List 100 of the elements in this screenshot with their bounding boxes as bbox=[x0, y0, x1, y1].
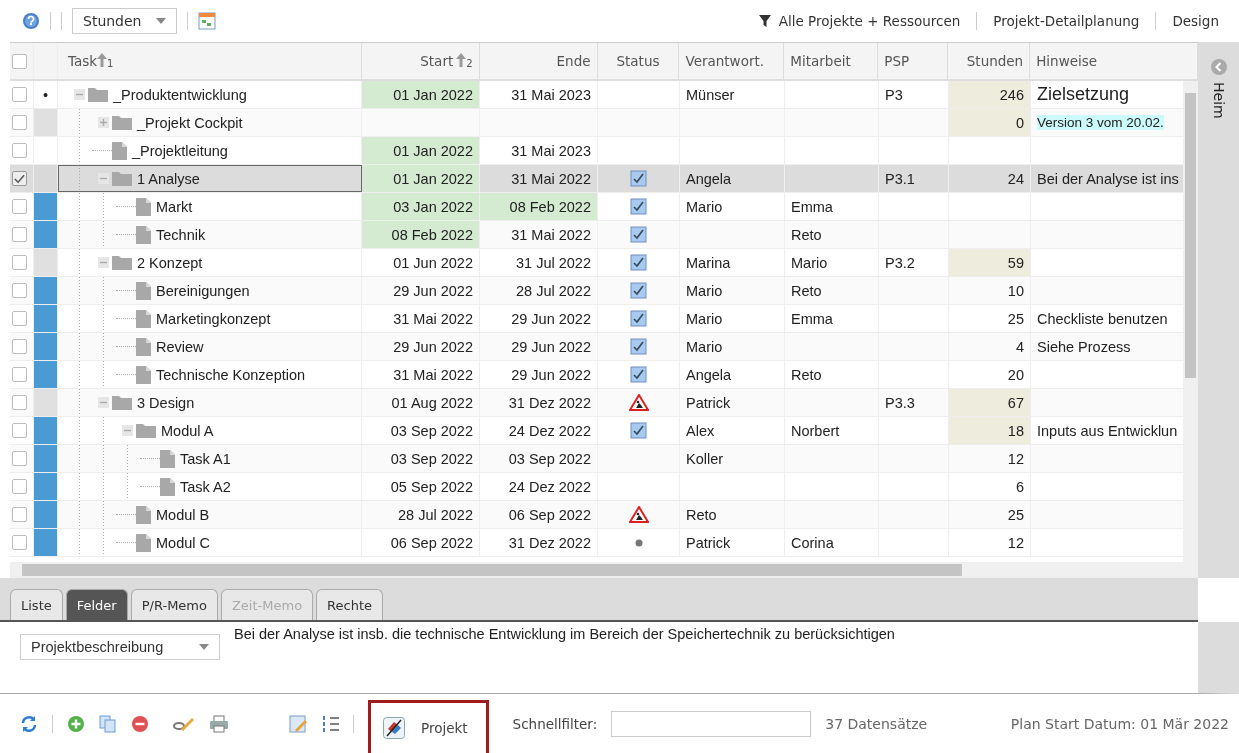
view-link[interactable]: Design bbox=[1166, 13, 1225, 29]
start-date: 31 Mai 2022 bbox=[393, 310, 473, 327]
collapse-panel-icon[interactable] bbox=[1209, 58, 1228, 77]
task-name[interactable]: Bereinigungen bbox=[156, 282, 250, 299]
hours-value: 25 bbox=[1007, 310, 1024, 327]
end-date: 29 Jun 2022 bbox=[511, 366, 591, 383]
responsible-name: Mario bbox=[686, 310, 723, 327]
field-dropdown[interactable]: Projektbeschreibung bbox=[20, 634, 220, 661]
edit-note-icon[interactable] bbox=[289, 714, 309, 733]
column-header[interactable]: Start $_{2}$ bbox=[361, 43, 480, 80]
collapse-icon[interactable] bbox=[98, 397, 109, 409]
task-name[interactable]: 1 Analyse bbox=[137, 170, 200, 187]
row-checkbox[interactable] bbox=[12, 451, 27, 467]
row-checkbox[interactable] bbox=[12, 227, 27, 243]
select-all-checkbox[interactable] bbox=[12, 53, 27, 69]
horizontal-scrollbar[interactable] bbox=[10, 562, 1198, 579]
tab[interactable]: Rechte bbox=[316, 589, 384, 621]
help-icon[interactable] bbox=[22, 12, 40, 30]
row-checkbox[interactable] bbox=[12, 115, 27, 131]
hours-value: 67 bbox=[1007, 394, 1024, 411]
task-name[interactable]: _Produktentwicklung bbox=[113, 86, 247, 103]
end-date: 31 Mai 2023 bbox=[511, 142, 591, 159]
task-name[interactable]: Modul B bbox=[156, 506, 210, 523]
column-header[interactable]: Status bbox=[597, 43, 680, 80]
row-checkbox[interactable] bbox=[12, 199, 27, 215]
column-header[interactable]: Task $_{1}$ bbox=[57, 43, 362, 80]
expand-icon[interactable] bbox=[98, 117, 109, 129]
row-checkbox[interactable] bbox=[12, 87, 27, 103]
row-checkbox[interactable] bbox=[12, 395, 27, 411]
row-checkbox[interactable] bbox=[12, 311, 27, 327]
column-header[interactable]: Ende bbox=[479, 43, 598, 80]
responsible-name: Koller bbox=[686, 450, 724, 467]
unit-dropdown[interactable]: Stunden bbox=[72, 8, 177, 34]
folder-icon bbox=[112, 395, 132, 411]
start-date: 03 Sep 2022 bbox=[390, 422, 473, 439]
task-name[interactable]: 3 Design bbox=[137, 394, 195, 411]
row-checkbox[interactable] bbox=[12, 535, 27, 551]
quick-filter-field[interactable] bbox=[611, 710, 812, 737]
row-checkbox[interactable] bbox=[12, 143, 27, 159]
staff-name: Emma bbox=[791, 310, 833, 327]
task-name[interactable]: _Projektleitung bbox=[132, 142, 228, 159]
memo-text[interactable]: Bei der Analyse ist insb. die technische Entwicklung im Bereich der Speichertechnik zu berücksichtigen bbox=[234, 626, 895, 643]
task-name[interactable]: Review bbox=[156, 338, 204, 355]
panel-title[interactable]: Heim bbox=[1210, 82, 1227, 119]
task-name[interactable]: Task A1 bbox=[180, 450, 231, 467]
responsible-name: Alex bbox=[686, 422, 715, 439]
column-header[interactable]: Stunden bbox=[948, 43, 1031, 80]
note-text: Checkliste benutzen bbox=[1037, 310, 1168, 327]
psp-code: P3.1 bbox=[885, 170, 915, 187]
task-name[interactable]: Task A2 bbox=[180, 478, 231, 495]
numbered-list-icon[interactable] bbox=[323, 714, 339, 733]
print-icon[interactable] bbox=[209, 714, 229, 733]
row-checkbox[interactable] bbox=[12, 479, 27, 495]
tab[interactable]: Liste bbox=[10, 589, 63, 621]
add-icon[interactable] bbox=[67, 714, 85, 733]
vertical-scrollbar[interactable] bbox=[1183, 81, 1198, 563]
filter-button[interactable]: Alle Projekte + Ressourcen bbox=[751, 13, 967, 29]
folder-icon bbox=[112, 115, 132, 131]
view-link[interactable]: Projekt-Detailplanung bbox=[987, 13, 1146, 29]
collapse-icon[interactable] bbox=[98, 173, 109, 185]
copy-icon[interactable] bbox=[99, 714, 117, 733]
collapse-icon[interactable] bbox=[98, 257, 109, 269]
staff-name: Emma bbox=[791, 198, 833, 215]
filter-icon bbox=[757, 14, 772, 28]
collapse-icon[interactable] bbox=[74, 89, 85, 101]
row-checkbox[interactable] bbox=[12, 423, 27, 439]
collapse-icon[interactable] bbox=[122, 425, 133, 437]
responsible-name: Patrick bbox=[686, 394, 731, 411]
folder-icon bbox=[112, 171, 132, 187]
task-name[interactable]: Modul C bbox=[156, 534, 210, 551]
start-date: 03 Sep 2022 bbox=[390, 450, 473, 467]
row-checkbox[interactable] bbox=[12, 339, 27, 355]
tab[interactable]: P/R-Memo bbox=[130, 589, 218, 621]
task-name[interactable]: Technische Konzeption bbox=[156, 366, 306, 383]
task-name[interactable]: Marketingkonzept bbox=[156, 310, 271, 327]
tab[interactable]: Felder bbox=[65, 589, 128, 621]
start-date: 01 Aug 2022 bbox=[391, 394, 473, 411]
row-checkbox[interactable] bbox=[12, 507, 27, 523]
refresh-icon[interactable] bbox=[20, 714, 38, 733]
task-name[interactable]: Technik bbox=[156, 226, 206, 243]
column-header[interactable]: Mitarbeit bbox=[784, 43, 879, 80]
row-checkbox[interactable] bbox=[12, 367, 27, 383]
row-checkbox[interactable] bbox=[12, 255, 27, 271]
psp-code: P3.2 bbox=[885, 254, 915, 271]
responsible-name: Patrick bbox=[686, 534, 731, 551]
checked-status-icon bbox=[630, 310, 647, 328]
row-checkbox[interactable] bbox=[12, 171, 27, 187]
column-header[interactable]: PSP bbox=[878, 43, 949, 80]
psp-code: P3 bbox=[885, 86, 903, 103]
hours-value: 25 bbox=[1007, 506, 1024, 523]
responsible-name: Angela bbox=[686, 366, 732, 383]
remove-icon[interactable] bbox=[131, 714, 149, 733]
end-date: 31 Dez 2022 bbox=[508, 534, 591, 551]
task-name[interactable]: 2 Konzept bbox=[137, 254, 203, 271]
row-checkbox[interactable] bbox=[12, 283, 27, 299]
calendar-icon[interactable] bbox=[197, 12, 216, 30]
task-name[interactable]: Modul A bbox=[161, 422, 214, 439]
column-header[interactable]: Verantwort. bbox=[679, 43, 785, 80]
task-name[interactable]: Markt bbox=[156, 198, 193, 215]
task-name[interactable]: _Projekt Cockpit bbox=[137, 114, 243, 131]
